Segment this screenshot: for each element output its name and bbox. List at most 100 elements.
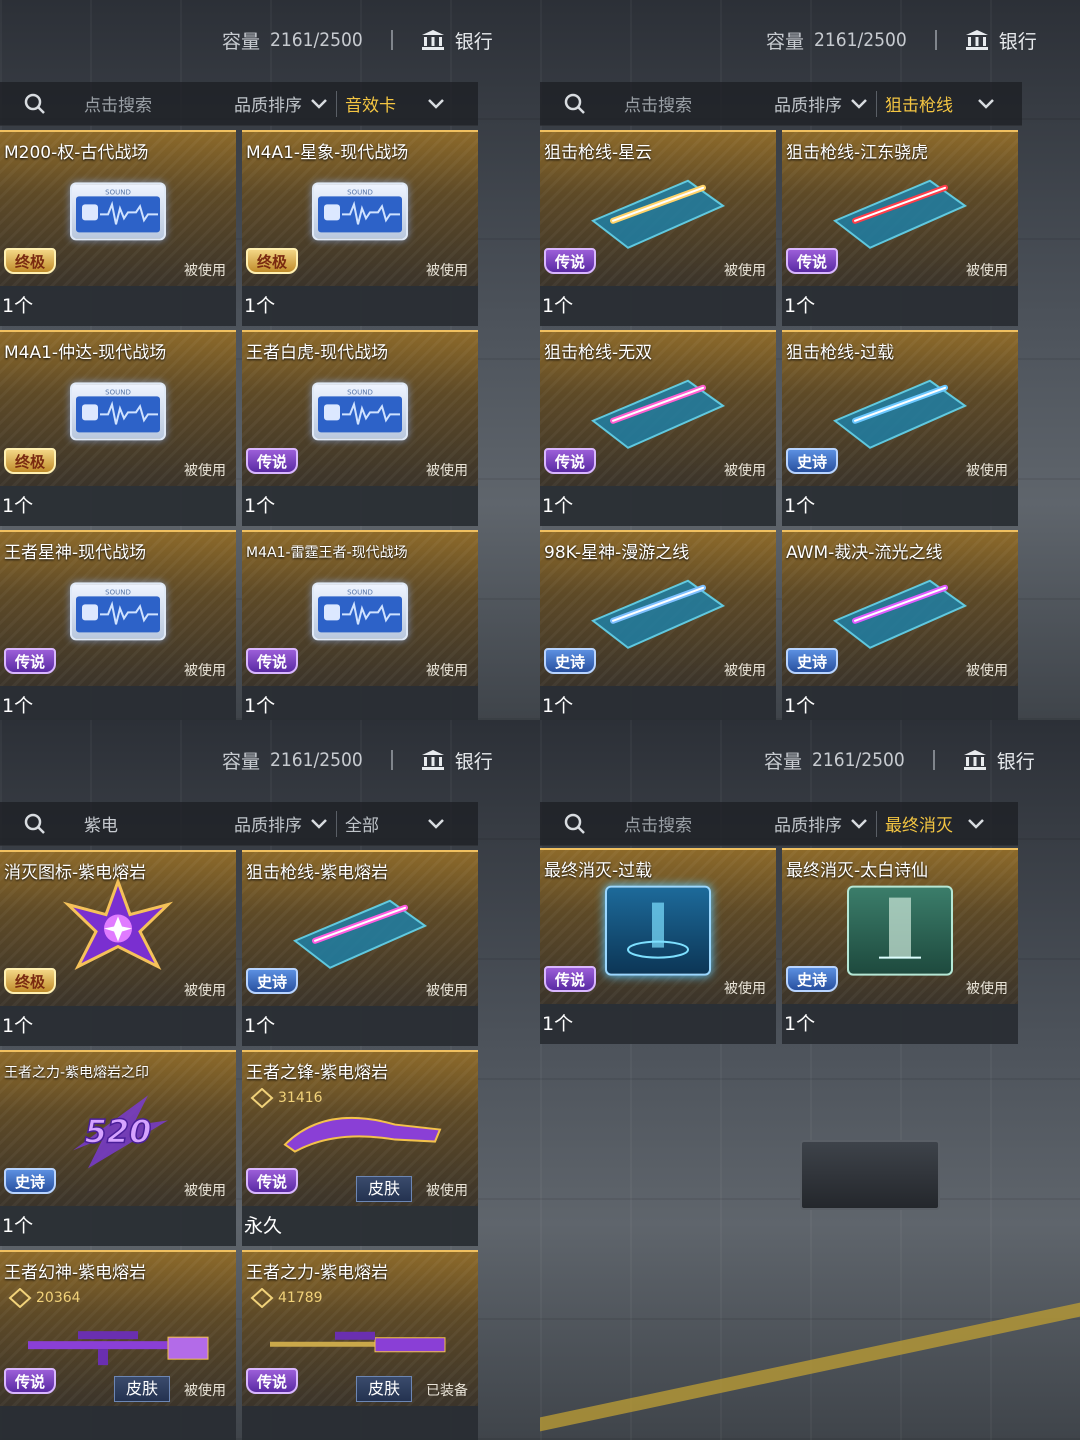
inventory-panel-final-kill: 容量 2161/2500 银行 点击搜索 品质排序 最终消灭 最终消灭-过载 传说… xyxy=(540,720,1080,1440)
rifle-icon xyxy=(18,1320,218,1374)
svg-text:SOUND: SOUND xyxy=(347,388,373,396)
item-count xyxy=(242,1406,478,1440)
header-divider xyxy=(390,750,393,770)
item-count: 1个 xyxy=(782,286,1018,326)
item-count: 1个 xyxy=(782,686,1018,720)
search-icon[interactable] xyxy=(24,813,46,835)
category-filter-dropdown[interactable]: 音效卡 xyxy=(345,91,445,116)
item-title: 狙击枪线-无双 xyxy=(544,343,653,363)
item-code: 41789 xyxy=(278,1290,323,1306)
category-filter-value: 狙击枪线 xyxy=(885,96,953,116)
inventory-header: 容量 2161/2500 银行 xyxy=(764,738,1035,782)
sort-label: 品质排序 xyxy=(774,816,842,836)
inventory-item-card[interactable]: 狙击枪线-无双 传说 被使用 xyxy=(540,330,776,486)
usage-status: 被使用 xyxy=(426,983,468,999)
inventory-item-card[interactable]: 王者白虎-现代战场 SOUND 传说 被使用 xyxy=(242,330,478,486)
category-filter-dropdown[interactable]: 全部 xyxy=(345,811,445,836)
filter-bar: 点击搜索 品质排序 最终消灭 xyxy=(540,802,1018,846)
quality-sort-dropdown[interactable]: 品质排序 xyxy=(234,811,328,836)
bank-button[interactable]: 银行 xyxy=(421,747,493,774)
search-icon[interactable] xyxy=(564,813,586,835)
inventory-item-card[interactable]: 王者星神-现代战场 SOUND 传说 被使用 xyxy=(0,530,236,686)
inventory-item-card[interactable]: M4A1-雷霆王者-现代战场 SOUND 传说 被使用 xyxy=(242,530,478,686)
usage-status: 被使用 xyxy=(426,1183,468,1199)
sort-label: 品质排序 xyxy=(774,96,842,116)
item-code-row: 31416 xyxy=(250,1088,323,1108)
rarity-badge: 传说 xyxy=(4,1368,56,1394)
inventory-item-card[interactable]: M4A1-仲达-现代战场 SOUND 终极 被使用 xyxy=(0,330,236,486)
inventory-item-card[interactable]: 王者之力-紫电熔岩之印 520 史诗 被使用 xyxy=(0,1050,236,1206)
chevron-down-icon xyxy=(311,818,327,829)
search-input[interactable]: 点击搜索 xyxy=(624,91,774,116)
inventory-item-card[interactable]: 消灭图标-紫电熔岩 终极 被使用 xyxy=(0,850,236,1006)
bank-label: 银行 xyxy=(998,30,1037,53)
rarity-badge: 史诗 xyxy=(4,1168,56,1194)
sniper-trail-icon xyxy=(285,886,435,980)
inventory-item-card[interactable]: M4A1-星象-现代战场 SOUND 终极 被使用 xyxy=(242,130,478,286)
kill-emblem-icon xyxy=(58,877,178,991)
inventory-item-card[interactable]: 王者之力-紫电熔岩 41789 传说 皮肤 已装备 xyxy=(242,1250,478,1406)
item-title: M4A1-星象-现代战场 xyxy=(246,143,409,163)
svg-text:SOUND: SOUND xyxy=(105,588,131,596)
search-input[interactable]: 点击搜索 xyxy=(624,811,774,836)
category-filter-dropdown[interactable]: 狙击枪线 xyxy=(885,91,995,116)
inventory-item-card[interactable]: AWM-裁决-流光之线 史诗 被使用 xyxy=(782,530,1018,686)
bank-icon xyxy=(421,750,444,770)
usage-status: 被使用 xyxy=(724,263,766,279)
inventory-item-card[interactable]: M200-权-古代战场 SOUND 终极 被使用 xyxy=(0,130,236,286)
search-input[interactable]: 紫电 xyxy=(84,811,234,836)
inventory-item-card[interactable]: 狙击枪线-过载 史诗 被使用 xyxy=(782,330,1018,486)
filter-divider xyxy=(876,90,877,117)
svg-text:520: 520 xyxy=(85,1112,152,1150)
item-count: 1个 xyxy=(242,486,478,526)
item-title: AWM-裁决-流光之线 xyxy=(786,543,943,563)
search-icon[interactable] xyxy=(564,93,586,115)
quality-sort-dropdown[interactable]: 品质排序 xyxy=(774,91,868,116)
usage-status: 被使用 xyxy=(426,263,468,279)
item-count: 1个 xyxy=(782,1004,1018,1044)
bank-button[interactable]: 银行 xyxy=(963,747,1035,774)
floor-stripe xyxy=(540,1302,1080,1432)
usage-status: 被使用 xyxy=(184,463,226,479)
item-count: 1个 xyxy=(242,286,478,326)
code-badge-icon xyxy=(250,1288,274,1308)
inventory-item-card[interactable]: 最终消灭-过载 传说 被使用 xyxy=(540,848,776,1004)
quality-sort-dropdown[interactable]: 品质排序 xyxy=(774,811,868,836)
inventory-item-card[interactable]: 狙击枪线-江东骁虎 传说 被使用 xyxy=(782,130,1018,286)
inventory-item-card[interactable]: 狙击枪线-紫电熔岩 史诗 被使用 xyxy=(242,850,478,1006)
item-count: 1个 xyxy=(0,1006,236,1046)
sniper-trail-icon xyxy=(825,166,975,260)
svg-text:SOUND: SOUND xyxy=(347,588,373,596)
svg-text:SOUND: SOUND xyxy=(347,188,373,196)
filter-divider xyxy=(336,810,337,837)
rarity-badge: 史诗 xyxy=(786,648,838,674)
item-title: 王者幻神-紫电熔岩 xyxy=(4,1263,147,1283)
category-filter-dropdown[interactable]: 最终消灭 xyxy=(885,811,985,836)
inventory-item-card[interactable]: 狙击枪线-星云 传说 被使用 xyxy=(540,130,776,286)
item-count xyxy=(0,1406,236,1440)
inventory-item-card[interactable]: 王者幻神-紫电熔岩 20364 传说 皮肤 被使用 xyxy=(0,1250,236,1406)
item-code: 20364 xyxy=(36,1290,81,1306)
rarity-badge: 史诗 xyxy=(786,448,838,474)
quality-sort-dropdown[interactable]: 品质排序 xyxy=(234,91,328,116)
bank-icon xyxy=(963,750,986,770)
inventory-item-card[interactable]: 最终消灭-太白诗仙 史诗 被使用 xyxy=(782,848,1018,1004)
item-title: 狙击枪线-江东骁虎 xyxy=(786,143,929,163)
skin-tag: 皮肤 xyxy=(356,1176,412,1202)
bank-button[interactable]: 银行 xyxy=(421,27,493,54)
skin-tag: 皮肤 xyxy=(114,1376,170,1402)
bank-button[interactable]: 银行 xyxy=(965,27,1037,54)
inventory-item-card[interactable]: 98K-星神-漫游之线 史诗 被使用 xyxy=(540,530,776,686)
capacity-label: 容量 xyxy=(222,750,261,773)
search-input[interactable]: 点击搜索 xyxy=(84,91,234,116)
sound-card-icon: SOUND xyxy=(70,582,166,641)
search-icon[interactable] xyxy=(24,93,46,115)
item-title: 最终消灭-过载 xyxy=(544,861,653,881)
usage-status: 被使用 xyxy=(966,981,1008,997)
sort-label: 品质排序 xyxy=(234,816,302,836)
bank-icon xyxy=(965,30,988,50)
inventory-panel-sound-cards: 容量 2161/2500 银行 点击搜索 品质排序 音效卡 M200-权-古代战… xyxy=(0,0,540,720)
inventory-header: 容量 2161/2500 银行 xyxy=(222,18,493,62)
item-count: 1个 xyxy=(540,686,776,720)
inventory-item-card[interactable]: 王者之锋-紫电熔岩 31416 传说 皮肤 被使用 xyxy=(242,1050,478,1206)
